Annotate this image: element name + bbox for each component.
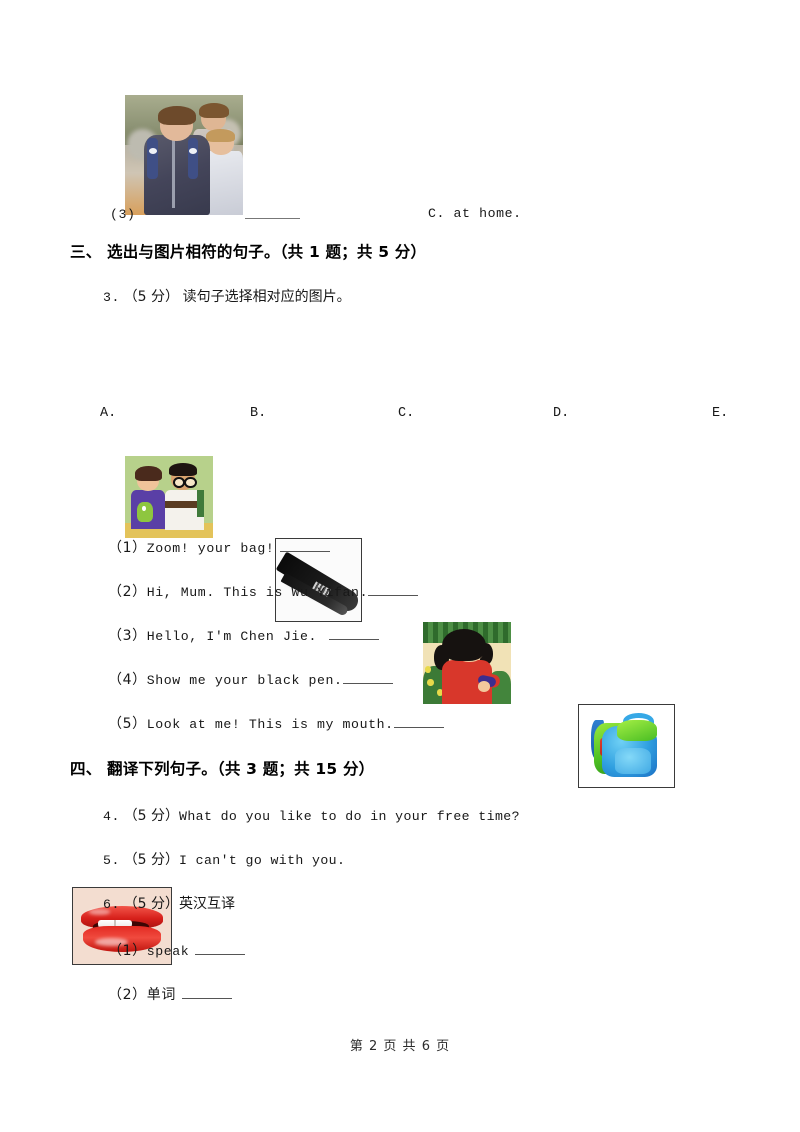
page-footer: 第 2 页 共 6 页	[0, 1035, 800, 1054]
subitem-2: （2）单词	[108, 984, 232, 1004]
question-3-score: （5 分）	[123, 289, 180, 305]
question-6-number: 6.	[103, 897, 121, 912]
sentence-item-2: （2）Hi, Mum. This is Wu Yifan.	[108, 581, 419, 601]
question-5-score: （5 分）	[123, 852, 180, 868]
sentence-item-3-number: （3）	[108, 628, 147, 644]
option-c-text: C. at home.	[428, 206, 522, 221]
sentence-item-4-number: （4）	[108, 672, 147, 688]
sentence-item-4: （4）Show me your black pen.	[108, 669, 393, 689]
sentence-item-4-blank[interactable]	[342, 671, 393, 684]
sentence-item-1-blank[interactable]	[280, 539, 331, 552]
option-letter-d: D.	[553, 406, 569, 421]
question-6-text: 英汉互译	[179, 896, 236, 912]
top-fragment-option-c: C. at home.	[428, 206, 522, 221]
option-image-a	[125, 456, 213, 538]
sentence-item-2-text: Hi, Mum. This is Wu Yifan.	[146, 585, 369, 600]
subitem-2-text: 单词	[146, 987, 176, 1003]
sentence-item-2-blank[interactable]	[368, 583, 419, 596]
option-image-c	[423, 622, 511, 704]
sentence-item-2-number: （2）	[108, 584, 147, 600]
question-5-line: 5. （5 分）I can't go with you.	[103, 849, 345, 869]
question-5-text: I can't go with you.	[179, 853, 346, 868]
question-4-number: 4.	[103, 809, 121, 824]
sentence-item-5-blank[interactable]	[393, 715, 444, 728]
question-3-number: 3.	[103, 290, 121, 305]
question-4-text: What do you like to do in your free time…	[179, 809, 520, 824]
top-fragment-item-number: (3)	[110, 206, 136, 223]
item-number-text: (3)	[110, 207, 136, 222]
option-image-d	[578, 704, 675, 788]
section-three-heading: 三、 选出与图片相符的句子。（共 1 题；共 5 分）	[70, 240, 426, 262]
option-letter-b-text: B.	[250, 406, 267, 421]
option-letter-a: A.	[100, 406, 116, 421]
option-letter-c: C.	[398, 406, 414, 421]
sentence-item-3-text: Hello, I'm Chen Jie.	[146, 629, 317, 644]
sentence-item-5-number: （5）	[108, 716, 147, 732]
option-letter-c-text: C.	[398, 406, 415, 421]
sentence-item-1-text: Zoom! your bag!	[146, 541, 275, 556]
top-fragment-answer-blank[interactable]	[245, 218, 300, 219]
option-letter-d-text: D.	[553, 406, 570, 421]
option-letter-a-text: A.	[100, 406, 117, 421]
question-6-score: （5 分）	[123, 896, 180, 912]
sentence-item-3: （3）Hello, I'm Chen Jie.	[108, 625, 379, 645]
question-3-prompt: 读句子选择相对应的图片。	[182, 289, 351, 305]
subitem-1: （1）speak	[108, 940, 246, 960]
section-four-heading: 四、 翻译下列句子。（共 3 题；共 15 分）	[70, 757, 374, 779]
subitem-1-text: speak	[146, 944, 190, 959]
sentence-item-1: （1）Zoom! your bag!	[108, 537, 331, 557]
question-4-line: 4. （5 分）What do you like to do in your f…	[103, 805, 520, 825]
section-three-heading-text: 三、 选出与图片相符的句子。（共 1 题；共 5 分）	[70, 243, 427, 261]
sentence-item-4-text: Show me your black pen.	[146, 673, 343, 688]
option-letter-e-text: E.	[712, 406, 729, 421]
option-letter-e: E.	[712, 406, 728, 421]
sentence-item-3-blank[interactable]	[329, 627, 379, 640]
sentence-item-5: （5）Look at me! This is my mouth.	[108, 713, 444, 733]
page-footer-text: 第 2 页 共 6 页	[349, 1039, 451, 1054]
exam-page: (3) C. at home. 三、 选出与图片相符的句子。（共 1 题；共 5…	[0, 0, 800, 1132]
subitem-1-number: （1）	[108, 943, 147, 959]
question-6-line: 6. （5 分）英汉互译	[103, 893, 235, 913]
option-letter-b: B.	[250, 406, 266, 421]
subitem-2-number: （2）	[108, 987, 147, 1003]
section-four-heading-text: 四、 翻译下列句子。（共 3 题；共 15 分）	[70, 760, 375, 778]
subitem-2-blank[interactable]	[181, 986, 232, 999]
sentence-item-5-text: Look at me! This is my mouth.	[146, 717, 394, 732]
subitem-1-blank[interactable]	[195, 942, 246, 955]
question-3-line: 3. （5 分） 读句子选择相对应的图片。	[103, 286, 351, 306]
question-5-number: 5.	[103, 853, 121, 868]
photo-three-boys-with-backpacks	[125, 95, 243, 215]
sentence-item-1-number: （1）	[108, 540, 147, 556]
question-4-score: （5 分）	[123, 808, 180, 824]
